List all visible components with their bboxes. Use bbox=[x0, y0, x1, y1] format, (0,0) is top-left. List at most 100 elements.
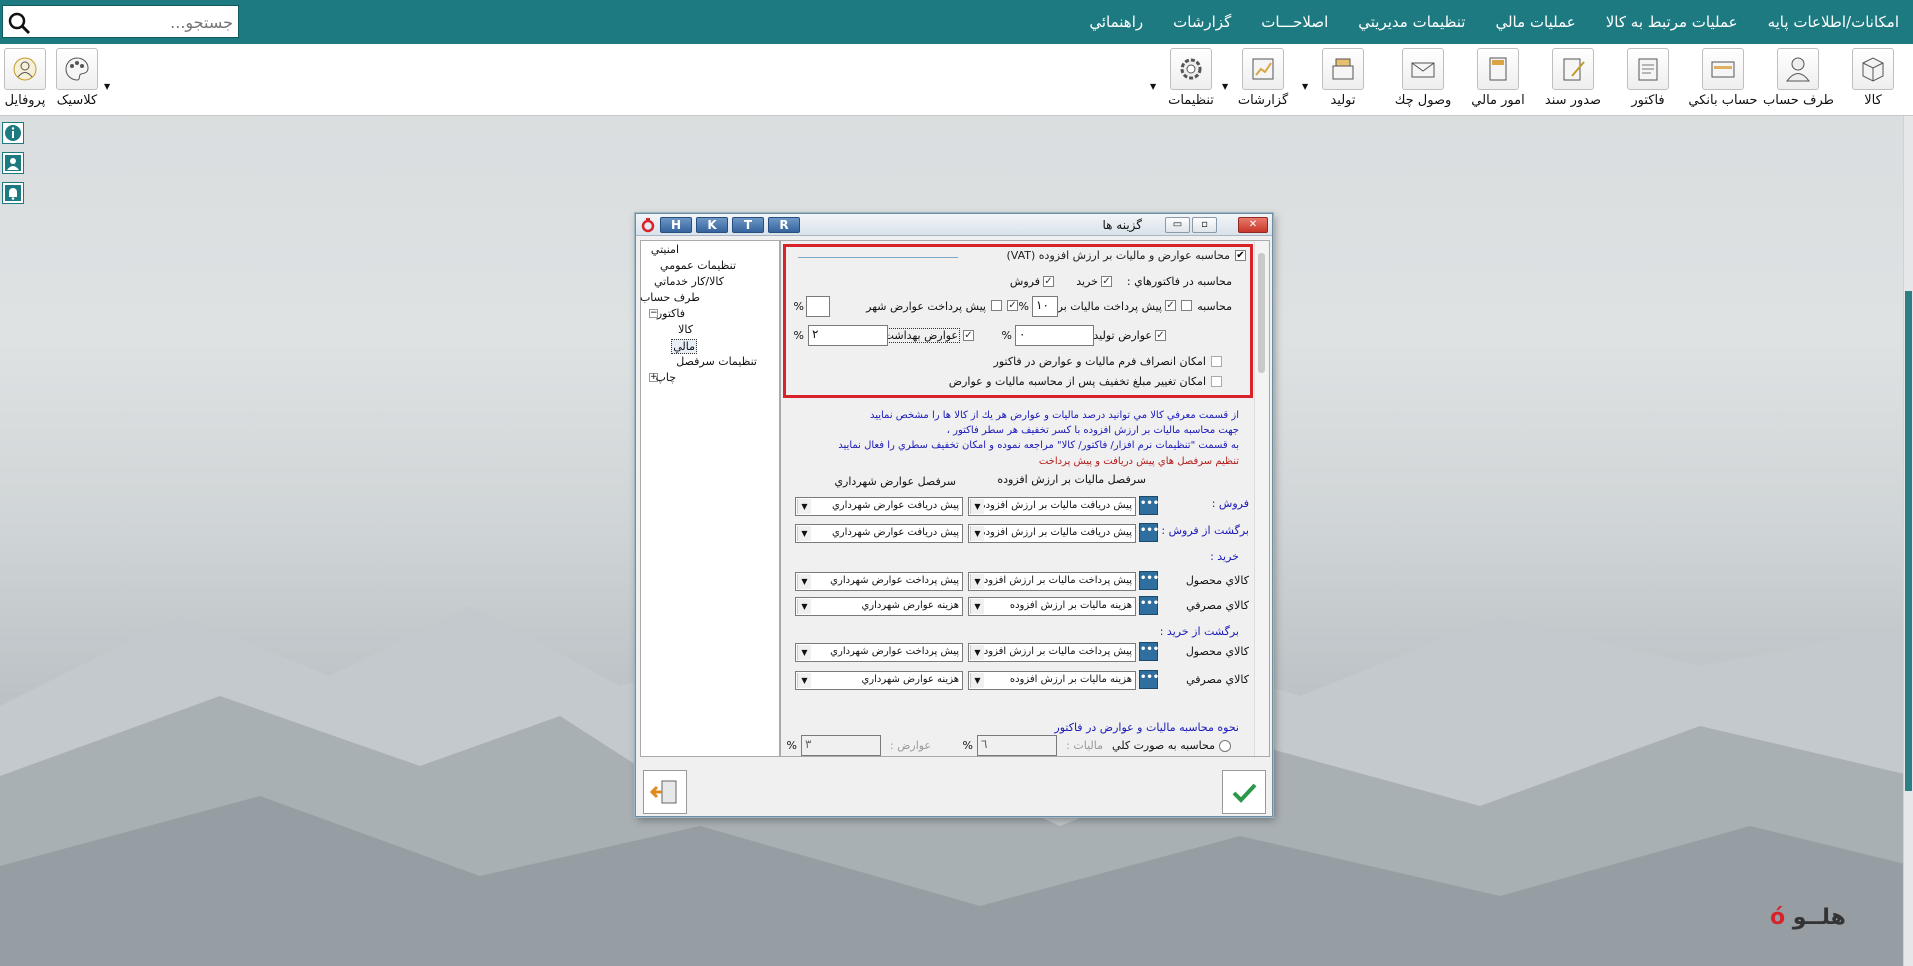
app-icon bbox=[641, 218, 655, 233]
hotkey-r-button[interactable]: R bbox=[768, 217, 800, 233]
prepay-city-extra-checkbox[interactable] bbox=[991, 300, 1002, 311]
row-sell-tax-browse-button[interactable]: ••• bbox=[1139, 496, 1159, 515]
prepay-city-checkbox[interactable]: ✓ bbox=[1007, 300, 1018, 311]
dropdown-arrow-icon[interactable]: ▼ bbox=[797, 645, 811, 660]
method-tax-input[interactable]: ٦ bbox=[977, 735, 1057, 756]
dropdown-arrow-icon[interactable]: ▼ bbox=[970, 645, 984, 660]
row-buy-return-consumable-tax-combo[interactable]: هزينه ماليات بر ارزش افزوده ▼ bbox=[968, 671, 1136, 690]
toolbar-bank-account-button[interactable]: حساب بانکي bbox=[1688, 48, 1758, 112]
menu-basic-info[interactable]: امکانات/اطلاعات پايه bbox=[1768, 13, 1899, 31]
maximize-button[interactable]: ▫ bbox=[1192, 217, 1217, 233]
health-duty-checkbox[interactable]: ✓ bbox=[963, 330, 974, 341]
method-total-radio[interactable] bbox=[1219, 740, 1231, 752]
hotkey-h-button[interactable]: H bbox=[660, 217, 692, 233]
toolbar-goods-button[interactable]: کالا bbox=[1838, 48, 1908, 112]
search-icon[interactable] bbox=[7, 11, 31, 35]
tree-item-security[interactable]: امنيتي bbox=[651, 243, 679, 256]
dropdown-arrow-icon[interactable]: ▼ bbox=[797, 499, 811, 514]
calc-checkbox[interactable] bbox=[1181, 300, 1192, 311]
tree-item-general-settings[interactable]: تنظيمات عمومي bbox=[660, 259, 736, 272]
row-buy-return-consumable-city-combo[interactable]: هزينه عوارض شهرداري ▼ bbox=[795, 671, 963, 690]
notification-button[interactable] bbox=[2, 182, 24, 204]
row-buy-product-tax-combo[interactable]: پيش پرداخت ماليات بر ارزش افزوده ▼ bbox=[968, 572, 1136, 591]
user-button[interactable] bbox=[2, 152, 24, 174]
row-buy-product-tax-browse-button[interactable]: ••• bbox=[1139, 571, 1159, 590]
prepay-tax-input[interactable]: ١٠ bbox=[1032, 296, 1058, 317]
dropdown-arrow-icon[interactable]: ▼ bbox=[797, 574, 811, 589]
tree-item-account-party[interactable]: طرف حساب bbox=[640, 291, 700, 304]
row-buy-return-product-tax-browse-button[interactable]: ••• bbox=[1139, 642, 1159, 661]
menu-corrections[interactable]: اصلاحـــات bbox=[1261, 13, 1328, 31]
toolbar-settings-button[interactable]: ▼ تنظيمات bbox=[1150, 48, 1226, 112]
dropdown-arrow-icon[interactable]: ▼ bbox=[970, 574, 984, 589]
row-buy-consumable-tax-combo[interactable]: هزينه ماليات بر ارزش افزوده ▼ bbox=[968, 597, 1136, 616]
row-sell-return-tax-browse-button[interactable]: ••• bbox=[1139, 523, 1159, 542]
dropdown-arrow-icon[interactable]: ▼ bbox=[797, 599, 811, 614]
tree-item-goods-services[interactable]: کالا/کار خدماتي bbox=[654, 275, 724, 288]
health-duty-input[interactable]: ٢ bbox=[808, 325, 888, 346]
tree-item-invoice-goods[interactable]: کالا bbox=[678, 323, 693, 336]
window-scrollbar[interactable] bbox=[1903, 116, 1913, 966]
dropdown-arrow-icon[interactable]: ▼ bbox=[797, 673, 811, 688]
tree-item-print[interactable]: چاپ bbox=[655, 371, 676, 384]
toolbar-finance-button[interactable]: امور مالي bbox=[1463, 48, 1533, 112]
search-box[interactable] bbox=[2, 5, 239, 38]
chevron-down-icon[interactable]: ▼ bbox=[104, 82, 110, 91]
opt-discount-change-checkbox[interactable] bbox=[1211, 376, 1222, 387]
toolbar-invoice-button[interactable]: فاکتور bbox=[1613, 48, 1683, 112]
ok-button[interactable] bbox=[1222, 770, 1266, 814]
dropdown-arrow-icon[interactable]: ▼ bbox=[970, 499, 984, 514]
prod-duty-checkbox[interactable]: ✓ bbox=[1155, 330, 1166, 341]
dropdown-arrow-icon[interactable]: ▼ bbox=[797, 526, 811, 541]
row-buy-consumable-city-combo[interactable]: هزينه عوارض شهرداري ▼ bbox=[795, 597, 963, 616]
row-sell-return-tax-combo[interactable]: پيش دريافت ماليات بر ارزش افزوده ▼ bbox=[968, 524, 1136, 543]
buy-checkbox[interactable]: ✓ bbox=[1101, 276, 1112, 287]
menu-management-settings[interactable]: تنظيمات مديريتي bbox=[1358, 13, 1465, 31]
chevron-down-icon[interactable]: ▼ bbox=[1302, 82, 1308, 91]
row-sell-return-city-combo[interactable]: پيش دريافت عوارض شهرداري ▼ bbox=[795, 524, 963, 543]
hotkey-t-button[interactable]: T bbox=[732, 217, 764, 233]
exit-button[interactable] bbox=[643, 770, 687, 814]
toolbar-account-party-button[interactable]: طرف حساب bbox=[1763, 48, 1834, 112]
vat-enable-checkbox[interactable]: ✔ bbox=[1235, 250, 1246, 261]
opt-cancel-form-checkbox[interactable] bbox=[1211, 356, 1222, 367]
tree-item-invoice[interactable]: فاکتور bbox=[657, 307, 685, 320]
row-sell-city-combo[interactable]: پيش دريافت عوارض شهرداري ▼ bbox=[795, 497, 963, 516]
search-input[interactable] bbox=[37, 10, 233, 34]
hotkey-k-button[interactable]: K bbox=[696, 217, 728, 233]
row-sell-tax-combo[interactable]: پيش دريافت ماليات بر ارزش افزوده ▼ bbox=[968, 497, 1136, 516]
row-buy-return-product-tax-combo[interactable]: پيش پرداخت ماليات بر ارزش افزوده ▼ bbox=[968, 643, 1136, 662]
minimize-button[interactable]: ▭ bbox=[1165, 217, 1190, 233]
sell-checkbox[interactable]: ✓ bbox=[1043, 276, 1054, 287]
toolbar-reports-button[interactable]: ▼ گزارشات bbox=[1222, 48, 1298, 112]
menu-financial-ops[interactable]: عمليات مالي bbox=[1495, 13, 1575, 31]
chevron-down-icon[interactable]: ▼ bbox=[1150, 82, 1156, 91]
info-button[interactable] bbox=[2, 122, 24, 144]
row-buy-return-product-city-combo[interactable]: پيش پرداخت عوارض شهرداري ▼ bbox=[795, 643, 963, 662]
main-menu: امکانات/اطلاعات پايه عمليات مرتبط به کال… bbox=[1089, 0, 1899, 44]
tree-item-invoice-financial[interactable]: مالي bbox=[671, 339, 697, 354]
close-button[interactable]: ✕ bbox=[1238, 217, 1268, 233]
dropdown-arrow-icon[interactable]: ▼ bbox=[970, 599, 984, 614]
prepay-tax-checkbox[interactable]: ✓ bbox=[1165, 300, 1176, 311]
method-title: نحوه محاسبه ماليات و عوارض در فاکتور bbox=[1054, 721, 1239, 734]
menu-reports[interactable]: گزارشات bbox=[1173, 13, 1231, 31]
panel-scrollbar[interactable] bbox=[1254, 241, 1268, 756]
toolbar-voucher-button[interactable]: صدور سند bbox=[1538, 48, 1608, 112]
dropdown-arrow-icon[interactable]: ▼ bbox=[970, 673, 984, 688]
method-duty-input[interactable]: ٣ bbox=[801, 735, 881, 756]
tax-percent-label: % bbox=[1018, 300, 1029, 313]
row-buy-product-city-combo[interactable]: پيش پرداخت عوارض شهرداري ▼ bbox=[795, 572, 963, 591]
menu-goods-ops[interactable]: عمليات مرتبط به کالا bbox=[1606, 13, 1738, 31]
prod-duty-input[interactable]: ٠ bbox=[1015, 325, 1094, 346]
tree-item-account-headings[interactable]: تنظيمات سرفصل bbox=[676, 355, 757, 368]
toolbar-profile-button[interactable]: پروفايل bbox=[0, 48, 60, 112]
prepay-city-input[interactable] bbox=[806, 296, 830, 317]
toolbar-cheque-button[interactable]: وصول چك bbox=[1388, 48, 1458, 112]
calc-in-label: محاسبه در فاکتورهاي : bbox=[1126, 275, 1232, 288]
row-buy-consumable-tax-browse-button[interactable]: ••• bbox=[1139, 596, 1159, 615]
row-buy-return-consumable-tax-browse-button[interactable]: ••• bbox=[1139, 670, 1159, 689]
menu-help[interactable]: راهنمائي bbox=[1089, 13, 1143, 31]
toolbar-production-button[interactable]: ▼ توليد bbox=[1302, 48, 1378, 112]
dropdown-arrow-icon[interactable]: ▼ bbox=[970, 526, 984, 541]
